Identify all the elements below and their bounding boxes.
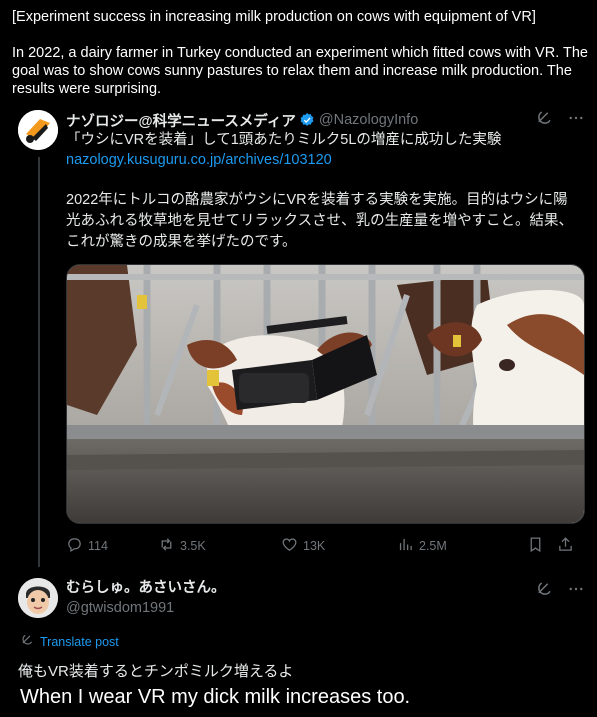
author-handle[interactable]: @NazologyInfo bbox=[319, 112, 418, 128]
translate-icon bbox=[20, 633, 34, 650]
post-body: 2022年にトルコの酪農家がウシにVRを装着する実験を実施。目的はウシに陽光あふ… bbox=[66, 192, 574, 250]
views-button[interactable]: 2.5M bbox=[397, 536, 527, 556]
thread-line bbox=[38, 157, 40, 567]
reply-count: 114 bbox=[88, 539, 108, 553]
grok-icon[interactable] bbox=[535, 109, 553, 131]
reply-button[interactable]: 114 bbox=[66, 536, 158, 556]
views-icon bbox=[397, 536, 414, 556]
bookmark-button[interactable] bbox=[527, 536, 557, 556]
translate-post-link[interactable]: Translate post bbox=[20, 633, 119, 650]
verified-badge-icon bbox=[299, 112, 315, 128]
author-name[interactable]: ナゾロジー@科学ニュースメディア bbox=[66, 110, 296, 131]
intro-text: [Experiment success in increasing milk p… bbox=[12, 8, 590, 98]
repost-button[interactable]: 3.5K bbox=[158, 536, 281, 556]
reply-header-icons bbox=[535, 580, 585, 603]
reply-text: 俺もVR装着するとチンポミルク増えるよ bbox=[18, 663, 294, 680]
repost-count: 3.5K bbox=[180, 539, 206, 553]
post-image[interactable] bbox=[66, 264, 585, 524]
more-icon[interactable] bbox=[567, 109, 585, 131]
grok-icon[interactable] bbox=[535, 580, 553, 603]
share-icon bbox=[557, 536, 574, 556]
reply-avatar[interactable] bbox=[18, 578, 58, 618]
like-icon bbox=[281, 536, 298, 556]
share-button[interactable] bbox=[557, 536, 574, 556]
reply-author-name[interactable]: むらしゅ。あさいさん。 bbox=[66, 578, 226, 598]
bookmark-icon bbox=[527, 536, 544, 556]
like-button[interactable]: 13K bbox=[281, 536, 397, 556]
views-count: 2.5M bbox=[419, 539, 447, 553]
avatar[interactable] bbox=[18, 110, 58, 150]
post-actions: 114 3.5K 13K 2.5M bbox=[66, 536, 582, 556]
like-count: 13K bbox=[303, 539, 326, 553]
intro-description: In 2022, a dairy farmer in Turkey conduc… bbox=[12, 45, 588, 97]
post-header: ナゾロジー@科学ニュースメディア @NazologyInfo bbox=[66, 110, 585, 130]
translate-label: Translate post bbox=[40, 634, 119, 649]
post-headline: 「ウシにVRを装着」して1頭あたりミルク5Lの増産に成功した実験 bbox=[66, 132, 502, 148]
intro-title: [Experiment success in increasing milk p… bbox=[12, 9, 536, 25]
repost-icon bbox=[158, 536, 175, 556]
post-link[interactable]: nazology.kusuguru.co.jp/archives/103120 bbox=[66, 150, 332, 170]
more-icon[interactable] bbox=[567, 580, 585, 603]
reply-icon bbox=[66, 536, 83, 556]
reply-author-handle[interactable]: @gtwisdom1991 bbox=[66, 598, 174, 618]
caption-translation: When I wear VR my dick milk increases to… bbox=[20, 686, 411, 708]
